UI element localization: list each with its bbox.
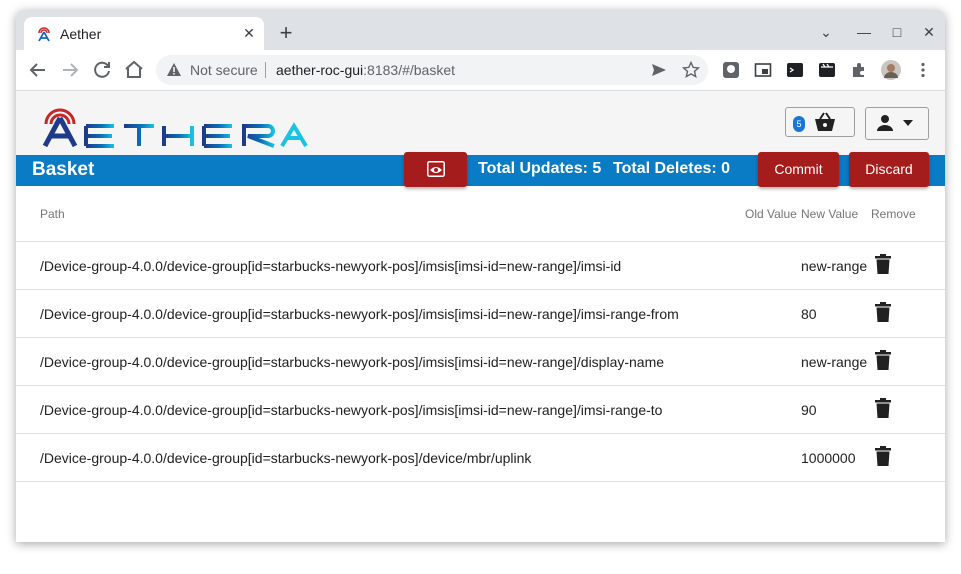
forward-arrow-icon[interactable] — [58, 58, 82, 82]
url-rest: :8183/#/basket — [363, 62, 456, 78]
browser-window: Aether ✕ + ⌄ — □ ✕ Not secure aether-roc… — [16, 10, 945, 542]
row-new-value: new-range — [801, 258, 868, 274]
discard-button[interactable]: Discard — [849, 152, 929, 187]
profile-avatar-icon[interactable] — [881, 60, 901, 80]
aether-favicon-icon — [38, 27, 50, 42]
send-tab-icon[interactable] — [650, 61, 668, 79]
row-new-value: new-range — [801, 354, 868, 370]
tab-strip: Aether ✕ + ⌄ — □ ✕ — [16, 10, 945, 50]
back-arrow-icon[interactable] — [26, 58, 50, 82]
table-row: /Device-group-4.0.0/device-group[id=star… — [16, 290, 945, 338]
basket-icon — [815, 112, 835, 131]
minimize-icon[interactable]: — — [854, 22, 874, 42]
header-path: Path — [40, 207, 65, 221]
aether-logo[interactable] — [42, 96, 314, 148]
extension-1-icon[interactable] — [722, 61, 740, 79]
home-icon[interactable] — [122, 58, 146, 82]
total-deletes: Total Deletes: 0 — [613, 160, 731, 177]
url-host: aether-roc-gui — [276, 62, 364, 78]
tab-aether[interactable]: Aether ✕ — [24, 17, 264, 50]
terminal-extension-icon[interactable] — [786, 61, 804, 79]
basket-table: Path Old Value New Value Remove /Device-… — [16, 186, 945, 482]
row-new-value: 1000000 — [801, 450, 856, 466]
trash-icon[interactable] — [875, 350, 891, 370]
eye-icon — [427, 161, 445, 177]
not-secure-label[interactable]: Not secure — [190, 62, 258, 78]
caret-down-icon — [903, 120, 913, 126]
trash-icon[interactable] — [875, 446, 891, 466]
header-new-value: New Value — [801, 207, 859, 221]
new-tab-button[interactable]: + — [275, 22, 297, 44]
puzzle-extensions-icon[interactable] — [850, 61, 868, 79]
warning-icon[interactable] — [166, 62, 182, 78]
total-updates: Total Updates: 5 — [478, 160, 602, 177]
person-icon — [877, 115, 893, 131]
user-menu-button[interactable] — [865, 107, 929, 140]
header-remove: Remove — [871, 207, 916, 221]
view-toggle-button[interactable] — [404, 152, 467, 187]
table-header: Path Old Value New Value Remove — [16, 186, 945, 242]
trash-icon[interactable] — [875, 254, 891, 274]
row-new-value: 80 — [801, 306, 817, 322]
reload-icon[interactable] — [90, 58, 114, 82]
basket-action-bar: Basket Total Updates: 5 Total Deletes: 0… — [16, 152, 945, 187]
maximize-icon[interactable]: □ — [887, 22, 907, 42]
browser-toolbar: Not secure aether-roc-gui:8183/#/basket — [16, 50, 945, 91]
table-row: /Device-group-4.0.0/device-group[id=star… — [16, 386, 945, 434]
row-new-value: 90 — [801, 402, 817, 418]
address-bar[interactable]: Not secure aether-roc-gui:8183/#/basket — [156, 55, 708, 85]
picture-in-picture-icon[interactable] — [754, 61, 772, 79]
tab-search-icon[interactable]: ⌄ — [816, 22, 836, 42]
clapper-extension-icon[interactable] — [818, 61, 836, 79]
commit-button[interactable]: Commit — [758, 152, 839, 187]
trash-icon[interactable] — [875, 302, 891, 322]
table-row: /Device-group-4.0.0/device-group[id=star… — [16, 338, 945, 386]
close-window-icon[interactable]: ✕ — [919, 22, 939, 42]
row-path: /Device-group-4.0.0/device-group[id=star… — [40, 258, 622, 274]
app-header: 5 — [16, 91, 945, 155]
row-path: /Device-group-4.0.0/device-group[id=star… — [40, 450, 532, 466]
bookmark-star-icon[interactable] — [682, 61, 700, 79]
header-old-value: Old Value — [745, 207, 797, 221]
trash-icon[interactable] — [875, 398, 891, 418]
table-row: /Device-group-4.0.0/device-group[id=star… — [16, 434, 945, 482]
row-path: /Device-group-4.0.0/device-group[id=star… — [40, 354, 665, 370]
url-text[interactable]: aether-roc-gui:8183/#/basket — [276, 62, 455, 78]
table-row: /Device-group-4.0.0/device-group[id=star… — [16, 242, 945, 290]
address-separator — [265, 62, 266, 78]
basket-count-badge: 5 — [793, 116, 805, 132]
page-title: Basket — [32, 159, 95, 180]
tab-title: Aether — [60, 26, 102, 42]
row-path: /Device-group-4.0.0/device-group[id=star… — [40, 402, 663, 418]
browser-menu-icon[interactable] — [914, 61, 932, 79]
tab-close-icon[interactable]: ✕ — [240, 24, 258, 42]
basket-button[interactable]: 5 — [785, 107, 855, 137]
row-path: /Device-group-4.0.0/device-group[id=star… — [40, 306, 679, 322]
